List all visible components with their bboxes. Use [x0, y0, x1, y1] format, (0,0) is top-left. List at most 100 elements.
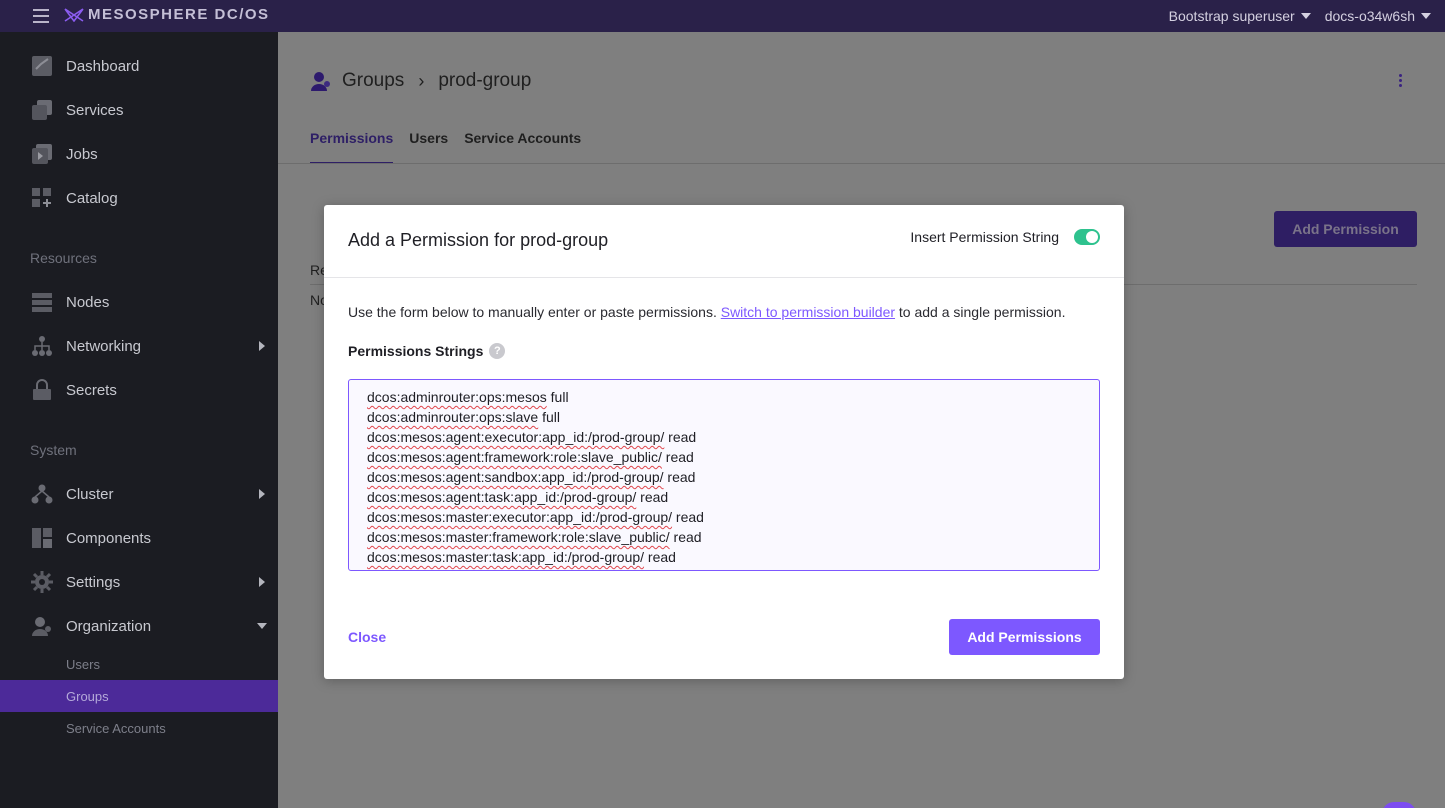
field-label-text: Permissions Strings [348, 343, 484, 359]
group-icon [311, 72, 330, 91]
add-permissions-button[interactable]: Add Permissions [949, 619, 1100, 655]
divider [278, 163, 1445, 164]
sidebar-item-label: Organization [66, 617, 152, 635]
chevron-right-icon [259, 489, 265, 499]
permissions-textarea[interactable]: dcos:adminrouter:ops:mesos full dcos:admi… [348, 379, 1100, 571]
more-options-icon[interactable] [1399, 74, 1403, 88]
insert-permission-string-toggle[interactable] [1074, 229, 1100, 245]
services-icon [32, 100, 52, 120]
sidebar-item-components[interactable]: Components [0, 518, 278, 558]
sidebar-item-label: Settings [66, 573, 121, 591]
sidebar-item-catalog[interactable]: Catalog [0, 178, 278, 218]
cluster-menu-label: docs-o34w6sh [1324, 8, 1415, 24]
permission-resource: dcos:mesos:agent:executor:app_id:/prod-g… [367, 429, 665, 445]
switch-to-builder-link[interactable]: Switch to permission builder [721, 304, 895, 320]
permission-action: read [663, 469, 696, 485]
product-name: MESOSPHERE DC/OS [88, 6, 270, 23]
add-permission-button[interactable]: Add Permission [1274, 211, 1417, 247]
permission-resource: dcos:mesos:agent:sandbox:app_id:/prod-gr… [367, 469, 664, 485]
insert-permission-string-control: Insert Permission String [910, 229, 1100, 245]
section-title-system: System [30, 442, 77, 458]
chevron-right-icon [259, 341, 265, 351]
product-logo[interactable]: MESOSPHERE DC/OS [64, 6, 270, 23]
mesosphere-logo-icon [64, 7, 84, 22]
sidebar: Dashboard Services Jobs Catalog Resource… [0, 32, 278, 808]
organization-icon [32, 617, 51, 636]
cluster-icon [31, 484, 53, 504]
networking-icon [32, 336, 52, 356]
permission-action: full [538, 409, 560, 425]
tab-bar: Permissions Users Service Accounts [310, 130, 597, 164]
permission-line: dcos:mesos:agent:sandbox:app_id:/prod-gr… [367, 467, 1081, 487]
help-icon[interactable]: ? [489, 343, 506, 359]
permission-resource: dcos:adminrouter:ops:mesos [367, 389, 547, 405]
sidebar-item-label: Secrets [66, 381, 117, 399]
dashboard-icon [32, 56, 52, 76]
tab-permissions[interactable]: Permissions [310, 130, 394, 164]
modal-description: Use the form below to manually enter or … [348, 304, 1065, 320]
sidebar-item-label: Nodes [66, 293, 110, 311]
permission-line: dcos:mesos:master:task:app_id:/prod-grou… [367, 547, 1081, 567]
modal-title: Add a Permission for prod-group [348, 230, 609, 250]
cluster-menu[interactable]: docs-o34w6sh [1325, 8, 1431, 24]
chevron-down-icon [257, 623, 267, 629]
sidebar-item-label: Dashboard [66, 57, 140, 75]
sidebar-item-nodes[interactable]: Nodes [0, 282, 278, 322]
sidebar-item-settings[interactable]: Settings [0, 562, 278, 602]
permission-action: read [661, 449, 694, 465]
permission-line: dcos:adminrouter:ops:mesos full [367, 387, 1081, 407]
jobs-icon [32, 144, 52, 164]
toggle-label: Insert Permission String [910, 229, 1059, 245]
sidebar-item-secrets[interactable]: Secrets [0, 370, 278, 410]
sidebar-item-cluster[interactable]: Cluster [0, 474, 278, 514]
permission-resource: dcos:mesos:agent:framework:role:slave_pu… [367, 449, 662, 465]
permission-action: read [664, 429, 697, 445]
tab-users[interactable]: Users [409, 130, 448, 164]
permission-action: full [546, 389, 569, 405]
user-menu-label: Bootstrap superuser [1168, 8, 1295, 24]
permission-line: dcos:mesos:master:framework:role:slave_p… [367, 527, 1081, 547]
modal-header: Add a Permission for prod-group Insert P… [324, 205, 1124, 278]
permission-line: dcos:adminrouter:ops:slave full [367, 407, 1081, 427]
close-button[interactable]: Close [348, 629, 386, 645]
permission-line: dcos:mesos:agent:task:app_id:/prod-group… [367, 487, 1081, 507]
permission-resource: dcos:mesos:master:task:app_id:/prod-grou… [367, 549, 645, 565]
top-bar: MESOSPHERE DC/OS Bootstrap superuser doc… [0, 0, 1445, 32]
breadcrumb-groups[interactable]: Groups [342, 70, 404, 92]
permission-line: dcos:mesos:master:executor:app_id:/prod-… [367, 507, 1081, 527]
gear-icon [31, 571, 53, 593]
sidebar-subitem-label: Groups [66, 688, 109, 704]
sidebar-subitem-service-accounts[interactable]: Service Accounts [0, 712, 278, 744]
sidebar-item-jobs[interactable]: Jobs [0, 134, 278, 174]
sidebar-item-dashboard[interactable]: Dashboard [0, 46, 278, 86]
permission-resource: dcos:mesos:master:framework:role:slave_p… [367, 529, 670, 545]
permission-action: read [672, 509, 704, 525]
sidebar-item-label: Cluster [66, 485, 114, 503]
description-text: Use the form below to manually enter or … [348, 304, 721, 320]
sidebar-item-organization[interactable]: Organization [0, 606, 278, 646]
hamburger-menu-icon[interactable] [33, 9, 49, 23]
sidebar-item-label: Services [66, 101, 124, 119]
sidebar-item-networking[interactable]: Networking [0, 326, 278, 366]
toggle-knob [1086, 231, 1098, 243]
sidebar-item-services[interactable]: Services [0, 90, 278, 130]
permission-resource: dcos:mesos:master:executor:app_id:/prod-… [367, 509, 673, 525]
sidebar-item-label: Components [66, 529, 152, 547]
tab-service-accounts[interactable]: Service Accounts [464, 130, 581, 164]
sidebar-subitem-label: Service Accounts [66, 720, 166, 736]
sidebar-subitem-label: Users [66, 656, 100, 672]
chevron-down-icon [1300, 13, 1311, 19]
breadcrumb: Groups › prod-group [310, 70, 531, 92]
sidebar-subitem-groups[interactable]: Groups [0, 680, 278, 712]
breadcrumb-current: prod-group [438, 70, 532, 91]
sidebar-subitem-users[interactable]: Users [0, 648, 278, 680]
permission-line: dcos:mesos:agent:executor:app_id:/prod-g… [367, 427, 1081, 447]
permission-resource: dcos:mesos:agent:task:app_id:/prod-group… [367, 489, 637, 505]
section-title-resources: Resources [30, 250, 97, 266]
chevron-down-icon [1421, 13, 1431, 19]
permissions-strings-label: Permissions Strings ? [348, 343, 506, 359]
catalog-icon [32, 188, 51, 207]
user-menu[interactable]: Bootstrap superuser [1169, 8, 1311, 24]
breadcrumb-separator-icon: › [418, 70, 425, 91]
components-icon [32, 528, 52, 548]
